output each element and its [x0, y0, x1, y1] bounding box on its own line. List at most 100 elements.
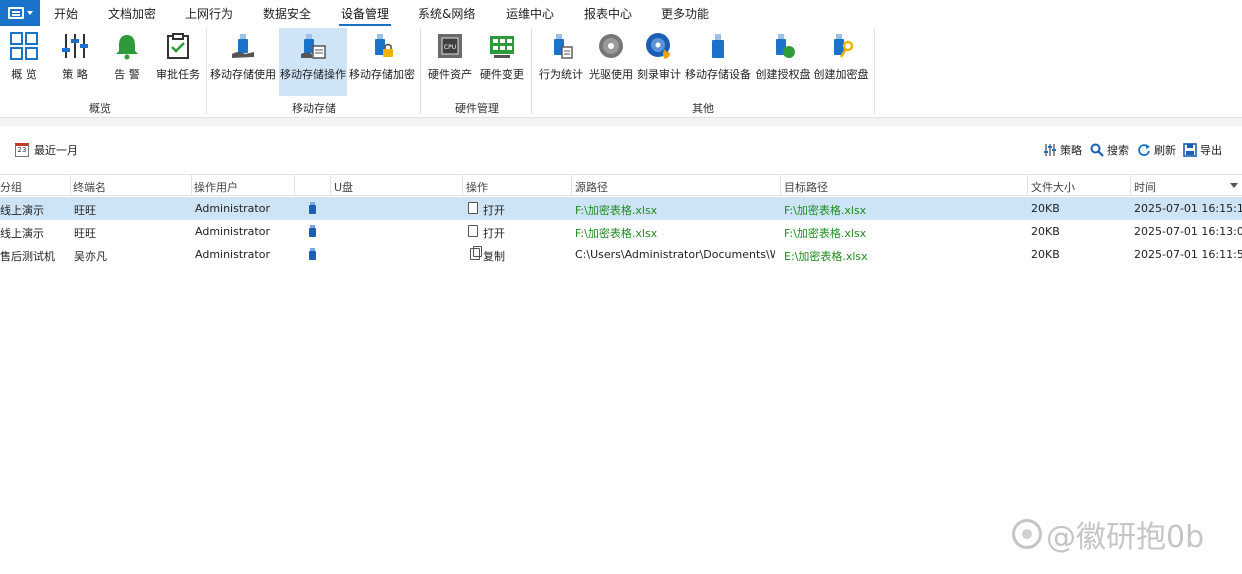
menu-item-start[interactable]: 开始	[54, 5, 78, 22]
column-divider[interactable]	[1130, 175, 1131, 196]
clipboard-check-icon	[163, 31, 193, 61]
cell-terminal: 吴亦凡	[74, 250, 107, 263]
ribbon-separator	[874, 28, 875, 114]
menu-item-report-center[interactable]: 报表中心	[584, 5, 632, 22]
disc-icon	[596, 31, 626, 61]
menu-item-web-behavior[interactable]: 上网行为	[185, 5, 233, 22]
column-header-target-path[interactable]: 目标路径	[784, 179, 828, 195]
cell-target-path: F:\加密表格.xlsx	[784, 227, 867, 240]
watermark-logo-icon	[1012, 519, 1042, 549]
export-button[interactable]: 导出	[1183, 142, 1222, 158]
search-button[interactable]: 搜索	[1090, 142, 1129, 158]
column-header-file-size[interactable]: 文件大小	[1031, 179, 1075, 195]
ribbon-overview-button[interactable]: 概 览	[4, 28, 44, 96]
column-divider[interactable]	[780, 175, 781, 196]
ribbon-separator	[420, 28, 421, 114]
menu-item-ops-center[interactable]: 运维中心	[506, 5, 554, 22]
file-icon	[468, 225, 478, 237]
column-divider[interactable]	[462, 175, 463, 196]
menu-item-more[interactable]: 更多功能	[661, 5, 709, 22]
cell-time: 2025-07-01 16:15:18	[1134, 202, 1242, 215]
ribbon-button-label: 策 略	[62, 68, 88, 81]
column-header-usb[interactable]: U盘	[334, 179, 353, 195]
table-row[interactable]: 售后测试机 吴亦凡 Administrator 复制 C:\Users\Admi…	[0, 243, 1242, 266]
column-divider[interactable]	[571, 175, 572, 196]
menu-item-system-network[interactable]: 系统&网络	[418, 5, 475, 22]
watermark: @徽研抱0b	[1012, 512, 1204, 556]
menu-item-doc-encrypt[interactable]: 文档加密	[108, 5, 156, 22]
ribbon-button-label: 行为统计	[539, 68, 583, 81]
date-filter-button[interactable]: 23 最近一月	[15, 142, 78, 158]
column-header-user[interactable]: 操作用户	[194, 179, 238, 195]
ribbon-behavior-stats-button[interactable]: 行为统计	[536, 28, 586, 96]
ribbon-button-label: 移动存储设备	[685, 68, 751, 81]
ribbon-usb-encrypt-button[interactable]: 移动存储加密	[349, 28, 415, 96]
ribbon-button-label: 概 览	[11, 68, 37, 81]
policy-button[interactable]: 策略	[1043, 142, 1082, 158]
column-header-time[interactable]: 时间	[1134, 179, 1156, 195]
ribbon-group-label: 移动存储	[292, 102, 336, 115]
refresh-button[interactable]: 刷新	[1137, 142, 1176, 158]
column-header-group[interactable]: 分组	[0, 179, 22, 195]
ribbon-group-label: 硬件管理	[455, 102, 499, 115]
bell-icon	[112, 31, 142, 61]
usb-drive-icon	[309, 248, 316, 260]
calendar-icon: 23	[15, 143, 29, 157]
export-icon	[1183, 143, 1197, 157]
ribbon-burn-audit-button[interactable]: 刻录审计	[636, 28, 682, 96]
cell-operation: 复制	[483, 250, 505, 263]
cell-source-path: C:\Users\Administrator\Documents\W...	[575, 248, 775, 261]
cell-group: 售后测试机	[0, 250, 55, 263]
ribbon-hardware-change-button[interactable]: 硬件变更	[477, 28, 527, 96]
ribbon-usb-usage-button[interactable]: 移动存储使用	[210, 28, 276, 96]
column-divider[interactable]	[191, 175, 192, 196]
column-divider[interactable]	[1027, 175, 1028, 196]
cpu-icon: CPU	[435, 31, 465, 61]
sliders-icon	[1043, 143, 1057, 157]
cell-user: Administrator	[195, 202, 270, 215]
ribbon-button-label: 光驱使用	[589, 68, 633, 81]
menu-item-data-security[interactable]: 数据安全	[263, 5, 311, 22]
sort-desc-icon[interactable]	[1230, 183, 1238, 188]
ribbon-button-label: 刻录审计	[637, 68, 681, 81]
watermark-text: @徽研抱0b	[1046, 520, 1205, 555]
ribbon-group-label: 其他	[692, 102, 714, 115]
table-row[interactable]: 线上演示 旺旺 Administrator 打开 F:\加密表格.xlsx F:…	[0, 197, 1242, 220]
column-header-source-path[interactable]: 源路径	[575, 179, 608, 195]
menu-bar: 开始 文档加密 上网行为 数据安全 设备管理 系统&网络 运维中心 报表中心 更…	[0, 0, 1242, 26]
cell-time: 2025-07-01 16:11:56	[1134, 248, 1242, 261]
usb-operation-icon	[298, 31, 328, 61]
ribbon-optical-usage-button[interactable]: 光驱使用	[587, 28, 635, 96]
export-label: 导出	[1200, 144, 1222, 157]
date-filter-label: 最近一月	[34, 144, 78, 157]
ribbon-button-label: 创建加密盘	[813, 68, 869, 81]
ribbon-hardware-asset-button[interactable]: CPU 硬件资产	[425, 28, 475, 96]
policy-label: 策略	[1060, 144, 1082, 157]
ribbon-create-encrypt-disk-button[interactable]: 创建加密盘	[812, 28, 870, 96]
ribbon-create-auth-disk-button[interactable]: 创建授权盘	[754, 28, 812, 96]
cell-terminal: 旺旺	[74, 227, 96, 240]
hardware-change-icon	[487, 31, 517, 61]
ribbon-usb-operation-button[interactable]: 移动存储操作	[279, 28, 347, 96]
ribbon-alarm-button[interactable]: 告 警	[106, 28, 148, 96]
ribbon-divider	[0, 118, 1242, 126]
column-divider[interactable]	[70, 175, 71, 196]
column-header-operation[interactable]: 操作	[466, 179, 488, 195]
cell-target-path: E:\加密表格.xlsx	[784, 250, 868, 263]
table-row[interactable]: 线上演示 旺旺 Administrator 打开 F:\加密表格.xlsx F:…	[0, 220, 1242, 243]
ribbon-usb-device-button[interactable]: 移动存储设备	[684, 28, 752, 96]
app-menu-button[interactable]	[0, 0, 40, 26]
cell-terminal: 旺旺	[74, 204, 96, 217]
cell-source-path: F:\加密表格.xlsx	[575, 204, 658, 217]
disc-burn-icon	[644, 31, 674, 61]
ribbon-button-label: 硬件资产	[428, 68, 472, 81]
column-divider[interactable]	[294, 175, 295, 196]
column-header-terminal[interactable]: 终端名	[73, 179, 106, 195]
ribbon-approval-button[interactable]: 审批任务	[154, 28, 202, 96]
column-divider[interactable]	[330, 175, 331, 196]
ribbon-button-label: 硬件变更	[480, 68, 524, 81]
menu-item-device-management[interactable]: 设备管理	[338, 5, 392, 26]
ribbon-policy-button[interactable]: 策 略	[55, 28, 95, 96]
cell-file-size: 20KB	[1031, 248, 1060, 261]
cell-source-path: F:\加密表格.xlsx	[575, 227, 658, 240]
